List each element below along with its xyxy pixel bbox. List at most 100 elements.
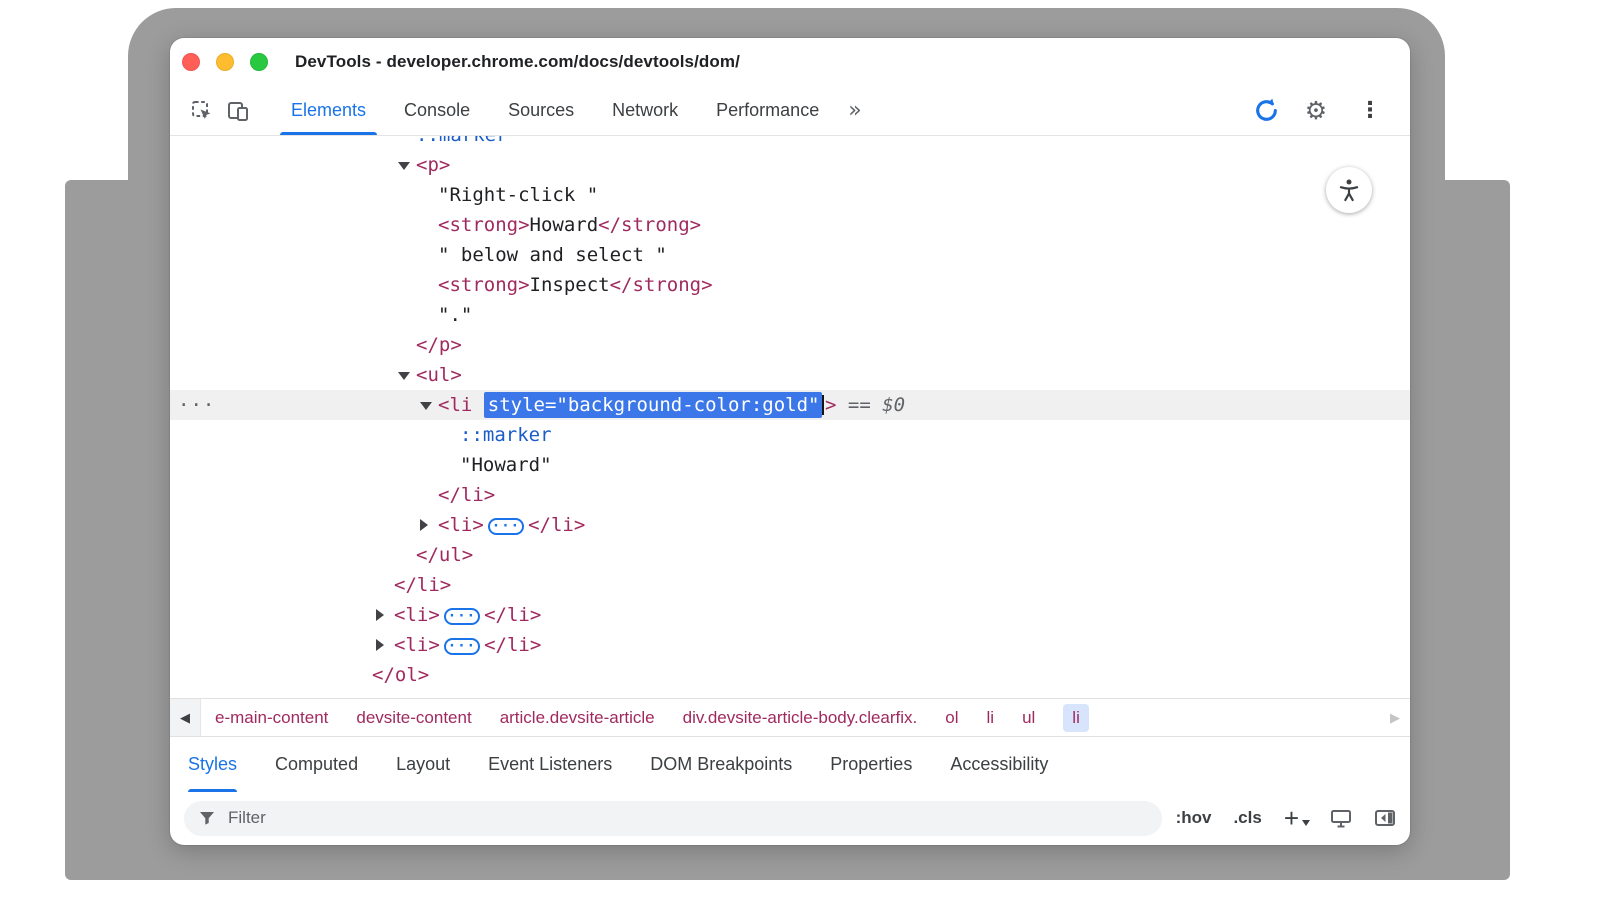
dom-tree-row[interactable]: </p> bbox=[170, 330, 1410, 360]
dom-tree-row[interactable]: "Howard" bbox=[170, 450, 1410, 480]
tab-elements[interactable]: Elements bbox=[272, 86, 385, 135]
styles-filter-row: :hov .cls + bbox=[170, 791, 1410, 845]
close-window-button[interactable] bbox=[182, 53, 200, 71]
accessibility-widget-button[interactable] bbox=[1326, 167, 1372, 213]
filter-input[interactable] bbox=[226, 807, 1148, 829]
tab-event-listeners[interactable]: Event Listeners bbox=[488, 737, 612, 792]
dom-tree-row[interactable]: </ol> bbox=[170, 660, 1410, 690]
dom-plain-token: Inspect bbox=[530, 274, 610, 296]
dom-node-text: "Howard" bbox=[170, 450, 552, 480]
disclosure-down-icon[interactable] bbox=[398, 372, 410, 380]
dom-tree-row[interactable]: <ul> bbox=[170, 360, 1410, 390]
row-overflow-menu[interactable]: ··· bbox=[178, 390, 215, 420]
window-title: DevTools - developer.chrome.com/docs/dev… bbox=[295, 52, 740, 72]
dom-tree-row[interactable]: <li>···</li> bbox=[170, 630, 1410, 660]
dom-tree-row[interactable]: </li> bbox=[170, 480, 1410, 510]
maximize-window-button[interactable] bbox=[250, 53, 268, 71]
new-style-rule-button[interactable]: + bbox=[1284, 805, 1308, 831]
disclosure-right-icon[interactable] bbox=[420, 519, 428, 531]
sync-icon[interactable] bbox=[1248, 94, 1284, 128]
dom-tree-row[interactable]: ::marker bbox=[170, 420, 1410, 450]
breadcrumb-item-e-main-content[interactable]: e-main-content bbox=[215, 704, 328, 732]
dom-dollar-token: $0 bbox=[882, 394, 905, 416]
rendering-emulation-button[interactable] bbox=[1330, 808, 1352, 829]
dom-node-text: </ul> bbox=[170, 540, 473, 570]
dom-node-text: <strong>Inspect</strong> bbox=[170, 270, 713, 300]
dom-tree-row[interactable]: </ul> bbox=[170, 540, 1410, 570]
dom-tree-row[interactable]: "." bbox=[170, 300, 1410, 330]
dom-tree-row[interactable]: " below and select " bbox=[170, 240, 1410, 270]
dom-tree-row[interactable]: ::marker bbox=[170, 136, 1410, 150]
dom-str-token: "Howard" bbox=[460, 454, 552, 476]
tab-console[interactable]: Console bbox=[385, 86, 489, 135]
dom-tree-row[interactable]: <li>···</li> bbox=[170, 600, 1410, 630]
dom-tag-token: </li> bbox=[528, 514, 585, 536]
dom-node-text: " below and select " bbox=[170, 240, 667, 270]
dom-tag-token: </ol> bbox=[372, 664, 429, 686]
breadcrumb-item-li[interactable]: li bbox=[1063, 704, 1089, 732]
disclosure-right-icon[interactable] bbox=[376, 609, 384, 621]
dom-tag-token: </p> bbox=[416, 334, 462, 356]
filter-field[interactable] bbox=[184, 801, 1162, 836]
toggle-class-button[interactable]: .cls bbox=[1233, 808, 1261, 828]
tab-layout[interactable]: Layout bbox=[396, 737, 450, 792]
dom-node-text: "Right-click " bbox=[170, 180, 598, 210]
inspect-element-icon[interactable] bbox=[184, 94, 220, 128]
dom-node-text: ::marker bbox=[170, 420, 552, 450]
tab-dom-breakpoints[interactable]: DOM Breakpoints bbox=[650, 737, 792, 792]
dom-tag-token: <p> bbox=[416, 154, 450, 176]
device-toolbar-icon[interactable] bbox=[220, 94, 256, 128]
dom-tree-row[interactable]: ···<li style="background-color:gold"> ==… bbox=[170, 390, 1410, 420]
dom-tag-token: </ul> bbox=[416, 544, 473, 566]
dom-tree-row[interactable]: <strong>Howard</strong> bbox=[170, 210, 1410, 240]
tab-sources[interactable]: Sources bbox=[489, 86, 593, 135]
sidebar-tab-bar: Styles Computed Layout Event Listeners DOM B… bbox=[170, 736, 1410, 792]
minimize-window-button[interactable] bbox=[216, 53, 234, 71]
dom-tag-token: </li> bbox=[484, 634, 541, 656]
accessibility-person-icon bbox=[1336, 177, 1362, 203]
monitor-icon bbox=[1330, 808, 1352, 829]
dom-node-text: "." bbox=[170, 300, 472, 330]
inline-expand-button[interactable]: ··· bbox=[488, 518, 524, 535]
dom-tag-token: > bbox=[825, 394, 836, 416]
dom-tag-token: </li> bbox=[484, 604, 541, 626]
dom-tree-row[interactable]: "Right-click " bbox=[170, 180, 1410, 210]
dom-sel-token: style="background-color:gold" bbox=[484, 392, 822, 418]
dom-tree-row[interactable]: <p> bbox=[170, 150, 1410, 180]
dom-tree-row[interactable]: </li> bbox=[170, 570, 1410, 600]
breadcrumb-scroll-left-icon[interactable]: ◀ bbox=[170, 699, 201, 737]
more-tabs-icon[interactable]: » bbox=[838, 86, 871, 135]
tab-network[interactable]: Network bbox=[593, 86, 697, 135]
disclosure-right-icon[interactable] bbox=[376, 639, 384, 651]
tab-properties[interactable]: Properties bbox=[830, 737, 912, 792]
dom-node-text: ::marker bbox=[170, 136, 508, 150]
breadcrumb-item-ol[interactable]: ol bbox=[945, 704, 958, 732]
tab-computed[interactable]: Computed bbox=[275, 737, 358, 792]
inline-expand-button[interactable]: ··· bbox=[444, 638, 480, 655]
breadcrumb-scroll-right-icon[interactable]: ▶ bbox=[1380, 699, 1410, 737]
dom-tree-row[interactable]: <li>···</li> bbox=[170, 510, 1410, 540]
tab-accessibility[interactable]: Accessibility bbox=[950, 737, 1048, 792]
breadcrumb-bar: ◀ e-main-content devsite-content article.d… bbox=[170, 698, 1410, 737]
tab-styles[interactable]: Styles bbox=[188, 737, 237, 792]
breadcrumb-item-article-devsite-article[interactable]: article.devsite-article bbox=[500, 704, 655, 732]
breadcrumb: e-main-content devsite-content article.dev… bbox=[201, 704, 1089, 732]
chevron-down-icon bbox=[1302, 820, 1310, 830]
dom-node-text: <li>···</li> bbox=[170, 630, 541, 660]
inline-expand-button[interactable]: ··· bbox=[444, 608, 480, 625]
breadcrumb-item-li[interactable]: li bbox=[987, 704, 995, 732]
toggle-sidebar-button[interactable] bbox=[1374, 808, 1396, 828]
tab-performance[interactable]: Performance bbox=[697, 86, 838, 135]
breadcrumb-item-devsite-content[interactable]: devsite-content bbox=[356, 704, 471, 732]
filter-funnel-icon bbox=[198, 809, 216, 827]
breadcrumb-item-div-devsite-article-body-clearfix[interactable]: div.devsite-article-body.clearfix. bbox=[683, 704, 918, 732]
settings-gear-icon[interactable]: ⚙ bbox=[1298, 94, 1334, 128]
kebab-menu-icon[interactable]: ⋮ bbox=[1348, 94, 1392, 128]
disclosure-down-icon[interactable] bbox=[398, 162, 410, 170]
breadcrumb-item-ul[interactable]: ul bbox=[1022, 704, 1035, 732]
dom-str-token: " below and select " bbox=[438, 244, 667, 266]
disclosure-down-icon[interactable] bbox=[420, 402, 432, 410]
dom-tree-row[interactable]: <strong>Inspect</strong> bbox=[170, 270, 1410, 300]
toggle-element-state-button[interactable]: :hov bbox=[1176, 808, 1212, 828]
dom-eq-token: == bbox=[836, 394, 882, 416]
